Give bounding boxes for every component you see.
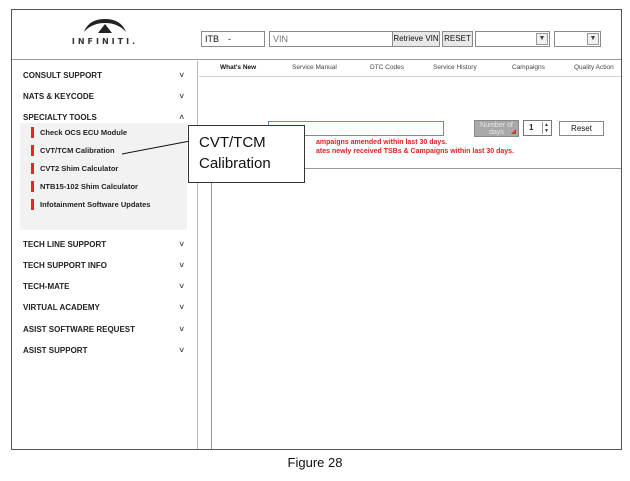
top-bar: INFINITI. ITB - Retrieve VIN RESET ▼ ▼ bbox=[12, 10, 621, 60]
tab-bar: What's New Service Manual DTC Codes Serv… bbox=[199, 61, 621, 77]
year-select[interactable]: ▼ bbox=[554, 31, 601, 47]
app-window: INFINITI. ITB - Retrieve VIN RESET ▼ ▼ C… bbox=[11, 9, 622, 450]
model-select[interactable]: ▼ bbox=[475, 31, 550, 47]
red-bar-icon bbox=[31, 181, 34, 192]
sidebar-item-label: SPECIALTY TOOLS bbox=[23, 113, 97, 122]
sidebar-item-label: CONSULT SUPPORT bbox=[23, 71, 102, 80]
red-bar-icon bbox=[31, 163, 34, 174]
red-bar-icon bbox=[31, 145, 34, 156]
sidebar-item-label: TECH-MATE bbox=[23, 282, 70, 291]
days-reset-button[interactable]: Reset bbox=[559, 121, 604, 136]
submenu-item-label: CVT/TCM Calibration bbox=[40, 146, 115, 155]
sidebar: CONSULT SUPPORT ˅ NATS & KEYCODE ˅ SPECI… bbox=[12, 61, 198, 449]
reset-button[interactable]: RESET bbox=[442, 31, 473, 47]
sidebar-item-tech-support-info[interactable]: TECH SUPPORT INFO ˅ bbox=[12, 256, 188, 276]
submenu-item-ntb15-shim[interactable]: NTB15-102 Shim Calculator bbox=[20, 178, 187, 196]
chevron-down-icon: ˅ bbox=[179, 303, 184, 312]
submenu-item-infotainment-updates[interactable]: Infotainment Software Updates bbox=[20, 196, 187, 214]
submenu-item-label: NTB15-102 Shim Calculator bbox=[40, 182, 138, 191]
main-content: What's New Service Manual DTC Codes Serv… bbox=[199, 61, 621, 449]
submenu-item-label: Check OCS ECU Module bbox=[40, 128, 128, 137]
sidebar-item-asist-support[interactable]: ASIST SUPPORT ˅ bbox=[12, 341, 188, 361]
corner-triangle-icon bbox=[511, 129, 516, 134]
tab-quality-action[interactable]: Quality Action bbox=[574, 64, 614, 71]
sidebar-item-consult-support[interactable]: CONSULT SUPPORT ˅ bbox=[12, 66, 188, 86]
number-of-days-button[interactable]: Number of days bbox=[474, 120, 519, 137]
chevron-down-icon: ▼ bbox=[587, 33, 599, 45]
callout-line-2: Calibration bbox=[199, 155, 271, 172]
submenu-item-label: Infotainment Software Updates bbox=[40, 200, 151, 209]
chevron-down-icon: ˅ bbox=[179, 92, 184, 101]
sidebar-item-label: VIRTUAL ACADEMY bbox=[23, 303, 100, 312]
submenu-item-label: CVT2 Shim Calculator bbox=[40, 164, 119, 173]
vin-input[interactable] bbox=[269, 31, 399, 47]
days-value: 1 bbox=[529, 123, 534, 132]
sidebar-item-label: ASIST SOFTWARE REQUEST bbox=[23, 325, 136, 334]
chevron-down-icon: ˅ bbox=[179, 71, 184, 80]
submenu-item-cvt2-shim[interactable]: CVT2 Shim Calculator bbox=[20, 160, 187, 178]
chevron-down-icon: ˅ bbox=[179, 346, 184, 355]
sidebar-item-asist-software-request[interactable]: ASIST SOFTWARE REQUEST ˅ bbox=[12, 320, 188, 340]
tab-dtc-codes[interactable]: DTC Codes bbox=[370, 64, 404, 71]
chevron-down-icon: ˅ bbox=[179, 325, 184, 334]
chevron-down-icon: ˅ bbox=[179, 240, 184, 249]
submenu-item-cvt-tcm-calibration[interactable]: CVT/TCM Calibration bbox=[20, 142, 187, 160]
number-of-days-label: Number of days bbox=[480, 122, 513, 136]
submenu-item-check-ocs[interactable]: Check OCS ECU Module bbox=[20, 124, 187, 142]
days-stepper[interactable]: 1 ▲ ▼ bbox=[523, 120, 552, 136]
sidebar-item-nats-keycode[interactable]: NATS & KEYCODE ˅ bbox=[12, 87, 188, 107]
tab-service-history[interactable]: Service History bbox=[433, 64, 477, 71]
sidebar-item-label: TECH LINE SUPPORT bbox=[23, 240, 107, 249]
stepper-arrows-icon[interactable]: ▲ ▼ bbox=[542, 122, 550, 134]
tab-whats-new[interactable]: What's New bbox=[220, 64, 256, 71]
region-select[interactable]: ITB - bbox=[201, 31, 265, 47]
chevron-down-icon: ▼ bbox=[536, 33, 548, 45]
results-panel bbox=[211, 168, 621, 449]
sidebar-item-virtual-academy[interactable]: VIRTUAL ACADEMY ˅ bbox=[12, 298, 188, 318]
infiniti-logo[interactable]: INFINITI. bbox=[12, 10, 198, 60]
sidebar-item-label: TECH SUPPORT INFO bbox=[23, 261, 108, 270]
specialty-tools-submenu: Check OCS ECU Module CVT/TCM Calibration… bbox=[20, 123, 187, 230]
sidebar-item-label: ASIST SUPPORT bbox=[23, 346, 88, 355]
retrieve-vin-button[interactable]: Retrieve VIN bbox=[392, 31, 440, 47]
figure-caption: Figure 28 bbox=[287, 455, 343, 470]
callout-box: CVT/TCM Calibration bbox=[188, 125, 305, 183]
sidebar-item-label: NATS & KEYCODE bbox=[23, 92, 94, 101]
red-bar-icon bbox=[31, 199, 34, 210]
infiniti-emblem-icon bbox=[84, 19, 126, 33]
callout-line-1: CVT/TCM bbox=[199, 134, 266, 151]
logo-text: INFINITI. bbox=[71, 37, 139, 46]
red-bar-icon bbox=[31, 127, 34, 138]
sidebar-item-tech-line-support[interactable]: TECH LINE SUPPORT ˅ bbox=[12, 235, 188, 255]
tab-service-manual[interactable]: Service Manual bbox=[292, 64, 337, 71]
campaigns-amended-note: ampaigns amended within last 30 days. bbox=[316, 139, 448, 146]
dash-icon: - bbox=[228, 34, 231, 44]
chevron-down-icon: ˅ bbox=[179, 261, 184, 270]
tsb-received-note: ates newly received TSBs & Campaigns wit… bbox=[316, 148, 515, 155]
region-select-value: ITB bbox=[205, 34, 220, 44]
sidebar-item-tech-mate[interactable]: TECH-MATE ˅ bbox=[12, 277, 188, 297]
tab-campaigns[interactable]: Campaigns bbox=[512, 64, 545, 71]
chevron-down-icon: ˅ bbox=[179, 282, 184, 291]
